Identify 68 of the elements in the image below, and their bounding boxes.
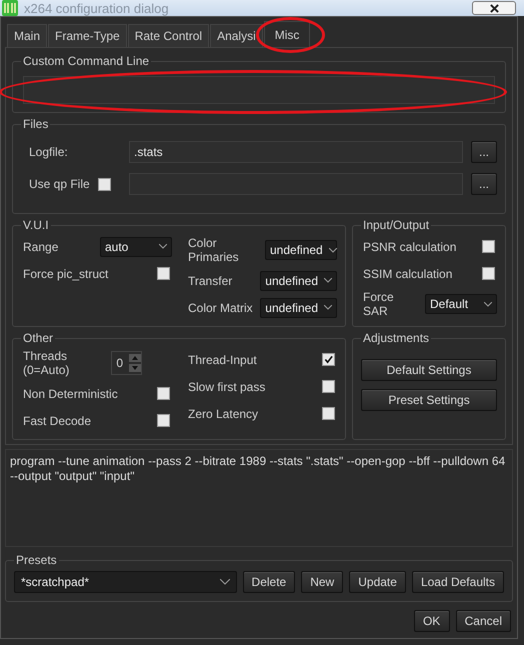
option-label: PSNR calculation [363, 240, 456, 254]
option-label: Transfer [188, 274, 232, 288]
option-label: Non Deterministic [23, 386, 118, 400]
caret-icon [220, 579, 230, 585]
browse-button[interactable]: ... [471, 141, 497, 163]
checkbox[interactable] [157, 267, 170, 280]
close-button[interactable] [472, 1, 516, 15]
checkbox[interactable] [322, 407, 335, 420]
option-label: Range [23, 240, 58, 254]
group-title: Input/Output [362, 218, 430, 232]
dialog-button[interactable]: OK [414, 610, 450, 632]
spin-arrows-icon [129, 354, 141, 372]
option-label: Slow first pass [188, 380, 266, 394]
settings-button[interactable]: Preset Settings [361, 389, 497, 411]
app-icon [2, 0, 18, 16]
option-label: Fast Decode [23, 414, 92, 428]
checkbox[interactable] [322, 353, 335, 366]
option-label: Force pic_struct [23, 266, 108, 280]
spin-box[interactable]: 0 [111, 351, 142, 375]
group-title: Custom Command Line [22, 54, 150, 68]
option-label: Color Primaries [188, 236, 240, 264]
settings-button[interactable]: Default Settings [361, 359, 497, 381]
group-title: Presets [15, 553, 58, 567]
dropdown[interactable]: Default [425, 294, 497, 314]
dropdown[interactable]: undefined [260, 270, 337, 290]
tab[interactable]: Frame-Type [48, 24, 127, 47]
close-icon [490, 4, 498, 12]
tab[interactable]: Misc [264, 21, 310, 47]
preset-dropdown[interactable]: *scratchpad* [14, 571, 237, 593]
option-label: Color Matrix [188, 300, 253, 314]
caret-icon [484, 302, 492, 306]
field-label: Use qp File [29, 177, 90, 191]
option-label: Zero Latency [188, 406, 258, 420]
window-title: x264 configuration dialog [24, 0, 170, 16]
checkbox[interactable] [482, 267, 495, 280]
caret-icon [324, 305, 332, 310]
command-preview: program --tune animation --pass 2 --bitrate 1989 --stats ".stats" --open-gop --bff --pulldown 64 --output "output" "input" [5, 449, 513, 547]
checkbox[interactable] [157, 414, 170, 427]
file-path-field[interactable]: .stats [129, 141, 463, 163]
dropdown[interactable]: undefined [260, 298, 337, 318]
group-title: Files [22, 117, 50, 131]
option-label: Thread-Input [188, 352, 257, 366]
field-label: Logfile: [29, 145, 68, 159]
command-line-field[interactable] [23, 76, 495, 104]
dialog-button[interactable]: Cancel [456, 610, 511, 632]
browse-button[interactable]: ... [471, 173, 497, 195]
caret-icon [159, 244, 167, 249]
option-label: Force SAR [363, 290, 395, 318]
group-title: Other [22, 331, 54, 345]
group-title: V.U.I [22, 218, 50, 232]
checkbox[interactable] [322, 380, 335, 393]
group-title: Adjustments [362, 331, 430, 345]
option-label: Threads (0=Auto) [23, 349, 70, 377]
preset-button[interactable]: Load Defaults [412, 571, 504, 593]
preset-button[interactable]: Delete [242, 571, 296, 593]
dropdown[interactable]: undefined [265, 240, 337, 260]
caret-icon [328, 248, 337, 252]
caret-icon [324, 278, 332, 283]
preset-button[interactable]: Update [349, 571, 406, 593]
tab[interactable]: Analysi [210, 24, 263, 47]
checkbox[interactable] [482, 240, 495, 253]
dropdown[interactable]: auto [100, 236, 172, 256]
tab[interactable]: Rate Control [128, 24, 210, 47]
option-label: SSIM calculation [363, 266, 452, 280]
preset-button[interactable]: New [301, 571, 344, 593]
tab[interactable]: Main [7, 24, 48, 47]
checkbox[interactable] [157, 387, 170, 400]
checkbox[interactable] [98, 178, 111, 190]
